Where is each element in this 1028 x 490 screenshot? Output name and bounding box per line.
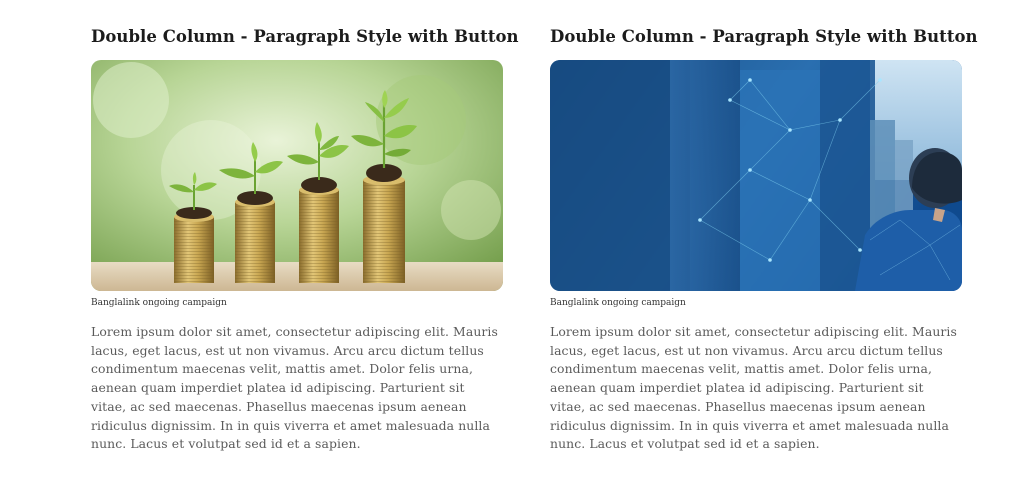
content-column-right: Double Column - Paragraph Style with But… — [550, 26, 978, 466]
column-title: Double Column - Paragraph Style with But… — [550, 27, 978, 46]
body-paragraph: Lorem ipsum dolor sit amet, consectetur … — [550, 324, 957, 452]
business-network-image — [550, 60, 962, 291]
content-column-left: Double Column - Paragraph Style with But… — [91, 26, 519, 466]
column-title: Double Column - Paragraph Style with But… — [91, 27, 519, 46]
image-caption: Banglalink ongoing campaign — [550, 298, 686, 308]
page: Double Column - Paragraph Style with But… — [0, 0, 1028, 490]
body-paragraph: Lorem ipsum dolor sit amet, consectetur … — [91, 324, 498, 452]
image-caption: Banglalink ongoing campaign — [91, 298, 227, 308]
growth-coins-image — [91, 60, 503, 291]
